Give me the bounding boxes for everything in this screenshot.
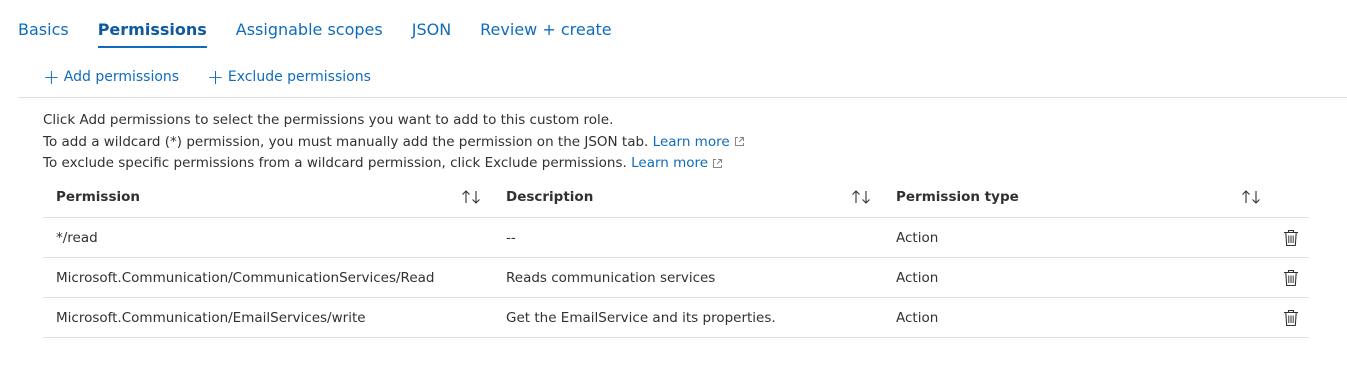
tab-assignable-scopes[interactable]: Assignable scopes	[236, 18, 383, 46]
plus-icon: +	[43, 65, 60, 89]
cell-permission-type: Action	[896, 269, 939, 286]
cell-description: Reads communication services	[506, 269, 716, 286]
external-link-icon	[734, 137, 744, 146]
cell-description: --	[506, 229, 516, 246]
cell-permission: */read	[56, 229, 98, 246]
tab-json[interactable]: JSON	[412, 18, 451, 46]
tab-basics[interactable]: Basics	[18, 18, 69, 46]
column-header-description[interactable]: Description	[493, 189, 883, 205]
info-line-3-text: To exclude specific permissions from a w…	[43, 155, 627, 171]
column-header-label: Permission	[56, 189, 140, 205]
add-permissions-button[interactable]: + Add permissions	[43, 67, 179, 87]
column-header-permission-type[interactable]: Permission type	[883, 189, 1273, 205]
permissions-table: Permission Description Permission type *…	[43, 177, 1309, 338]
cell-permission: Microsoft.Communication/CommunicationSer…	[56, 269, 435, 286]
info-line-3: To exclude specific permissions from a w…	[43, 153, 745, 175]
info-line-2: To add a wildcard (*) permission, you mu…	[43, 132, 745, 154]
column-header-label: Permission type	[896, 189, 1019, 205]
exclude-permissions-button[interactable]: + Exclude permissions	[207, 67, 371, 87]
info-text: Click Add permissions to select the perm…	[43, 110, 745, 175]
cell-permission-type: Action	[896, 229, 939, 246]
info-line-2-text: To add a wildcard (*) permission, you mu…	[43, 133, 649, 150]
trash-icon	[1284, 269, 1298, 286]
toolbar-divider	[18, 97, 1347, 98]
sort-icon[interactable]	[1241, 189, 1263, 205]
trash-icon	[1284, 229, 1298, 246]
external-link-icon	[713, 158, 723, 168]
learn-more-link[interactable]: Learn more	[631, 155, 723, 171]
sort-icon[interactable]	[461, 189, 483, 205]
column-header-permission[interactable]: Permission	[43, 189, 493, 205]
tab-permissions[interactable]: Permissions	[97, 18, 207, 48]
table-row: */read -- Action	[43, 218, 1309, 258]
cell-actions	[1273, 269, 1309, 287]
cell-actions	[1273, 229, 1309, 247]
add-permissions-label: Add permissions	[63, 69, 180, 85]
delete-button[interactable]	[1283, 309, 1299, 327]
trash-icon	[1284, 309, 1298, 326]
column-header-label: Description	[506, 189, 594, 205]
learn-more-label: Learn more	[652, 133, 730, 150]
tab-bar: Basics Permissions Assignable scopes JSO…	[18, 18, 641, 52]
delete-button[interactable]	[1283, 229, 1299, 247]
cell-description: Get the EmailService and its properties.	[506, 309, 776, 326]
plus-icon: +	[207, 65, 224, 89]
cell-permission-type: Action	[896, 309, 939, 326]
cell-actions	[1273, 309, 1309, 327]
table-row: Microsoft.Communication/CommunicationSer…	[43, 258, 1309, 298]
sort-icon[interactable]	[851, 189, 873, 205]
tab-review-create[interactable]: Review + create	[480, 18, 611, 46]
info-line-1: Click Add permissions to select the perm…	[43, 112, 614, 128]
learn-more-label: Learn more	[631, 155, 709, 171]
table-header: Permission Description Permission type	[43, 177, 1309, 218]
delete-button[interactable]	[1283, 269, 1299, 287]
exclude-permissions-label: Exclude permissions	[227, 69, 371, 85]
cell-permission: Microsoft.Communication/EmailServices/wr…	[56, 309, 366, 326]
table-row: Microsoft.Communication/EmailServices/wr…	[43, 298, 1309, 338]
learn-more-link[interactable]: Learn more	[653, 134, 745, 150]
toolbar: + Add permissions + Exclude permissions	[43, 67, 399, 87]
